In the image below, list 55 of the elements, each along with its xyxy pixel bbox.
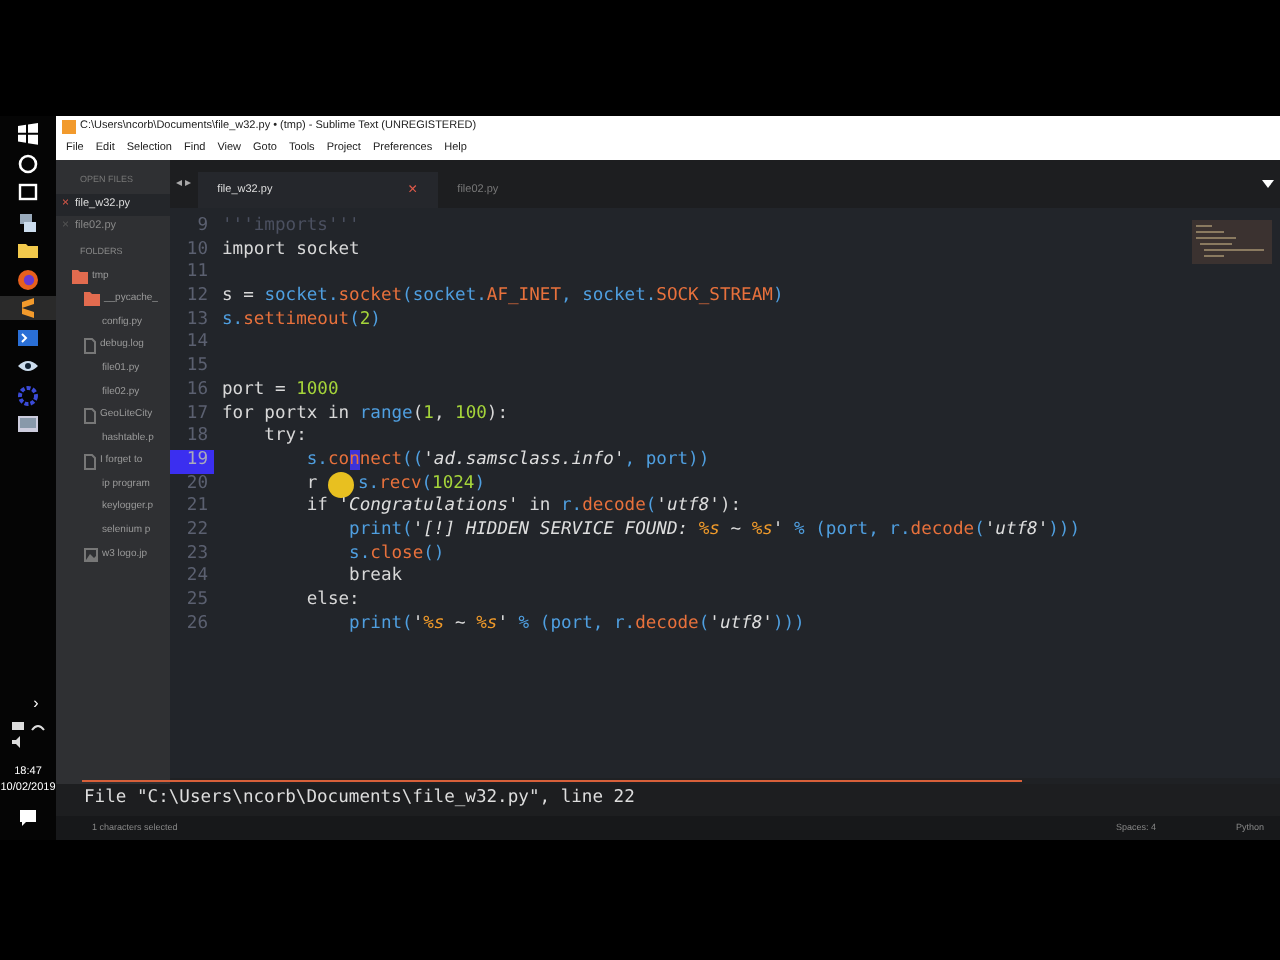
- code-line: port = 1000: [222, 379, 339, 403]
- line-number: 13: [184, 309, 210, 333]
- line-number: 14: [184, 332, 210, 357]
- line-number: 24: [184, 566, 210, 590]
- line-number: 19: [170, 449, 214, 474]
- line-number: 16: [184, 379, 210, 403]
- code-line: s = socket.socket(socket.AF_INET, socket.SOCK_STREAM): [222, 286, 784, 310]
- line-number: 18: [184, 426, 210, 450]
- line-number: 9: [195, 216, 210, 240]
- task-view-icon[interactable]: [16, 180, 40, 204]
- tray-chevron[interactable]: ›: [33, 691, 39, 715]
- code-line: if 'Congratulations' in r.decode('utf8'):: [304, 496, 742, 520]
- code-line: s.settimeout(2): [222, 309, 381, 333]
- sublime-icon: [62, 120, 76, 134]
- code-line: else:: [304, 590, 360, 614]
- windows-icon[interactable]: [16, 122, 40, 146]
- code-line: break: [347, 566, 403, 590]
- line-number: 11: [184, 262, 210, 287]
- code-line: print('[!] HIDDEN SERVICE FOUND: %s ~ %s' % (port, r.decode('utf8'))): [347, 519, 1081, 544]
- code-line: s.close(): [347, 543, 445, 566]
- code-line: r: [304, 473, 320, 496]
- monitor-icon[interactable]: [16, 412, 40, 436]
- line-number: 25: [184, 590, 210, 614]
- firefox-icon[interactable]: [16, 267, 40, 291]
- dropdown-icon[interactable]: [1262, 180, 1274, 188]
- console-output: File "C:\Users\ncorb\Documents\file_w32.py", line 22: [84, 786, 635, 813]
- line-number: 26: [184, 613, 210, 637]
- folder-icon[interactable]: [16, 238, 40, 262]
- code-line: s.connect(('ad.samsclass.info', port)): [304, 449, 710, 474]
- file-icon: [84, 338, 96, 355]
- line-number: 23: [184, 543, 210, 567]
- search-icon[interactable]: [16, 151, 40, 175]
- line-number: 12: [184, 286, 210, 310]
- tray-icons[interactable]: [8, 719, 48, 751]
- notification-icon[interactable]: [20, 810, 36, 826]
- file-icon: [84, 407, 96, 424]
- minimap: [1192, 220, 1272, 264]
- code-line: import socket: [222, 239, 360, 263]
- line-number: 22: [184, 519, 210, 544]
- cursor-highlight: [327, 471, 354, 498]
- scrollbar[interactable]: [82, 779, 1022, 783]
- line-number: 20: [184, 473, 210, 497]
- sublime-icon[interactable]: [16, 296, 40, 320]
- line-number: 10: [184, 239, 210, 263]
- file-icon: [84, 454, 96, 471]
- code-line: s.recv(1024): [357, 473, 486, 496]
- line-number: 17: [184, 403, 210, 427]
- line-number: 15: [184, 356, 210, 380]
- code-line: for portx in range(1, 100):: [222, 403, 509, 427]
- image-icon: [84, 547, 98, 562]
- code-line: print('%s ~ %s' % (port, r.decode('utf8'))): [347, 613, 805, 637]
- code-line: try:: [262, 426, 307, 450]
- network-icon[interactable]: [16, 209, 40, 233]
- line-number: 21: [184, 496, 210, 520]
- terminal-icon[interactable]: [16, 325, 40, 349]
